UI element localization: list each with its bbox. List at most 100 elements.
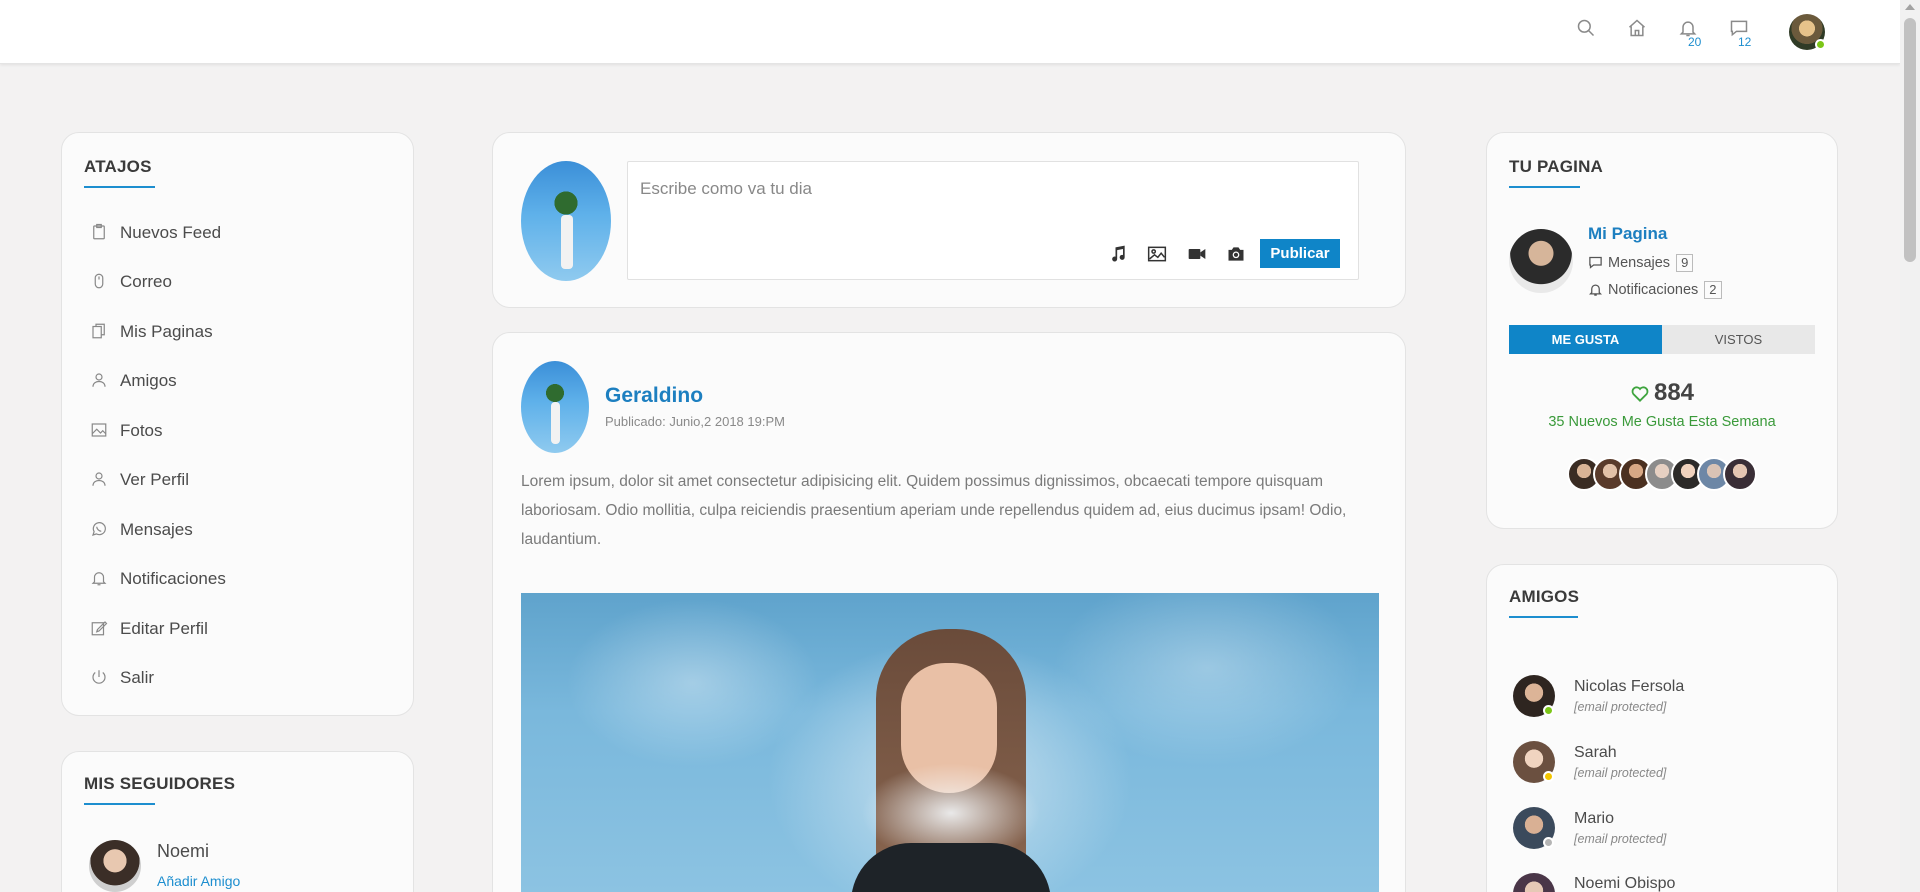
scroll-up-arrow[interactable] bbox=[1905, 4, 1915, 10]
nav-item-label: Fotos bbox=[120, 421, 163, 440]
online-status-dot bbox=[1815, 39, 1826, 50]
clipboard-icon bbox=[90, 223, 110, 243]
page-title: TU PAGINA bbox=[1509, 157, 1604, 176]
nav-item-ver-perfil[interactable]: Ver Perfil bbox=[90, 470, 189, 490]
nav-item-label: Mis Paginas bbox=[120, 322, 213, 341]
avatar[interactable] bbox=[521, 161, 611, 281]
nav-item-label: Ver Perfil bbox=[120, 470, 189, 489]
nav-item-mis-paginas[interactable]: Mis Paginas bbox=[90, 322, 213, 342]
page-notifications-label: Notificaciones bbox=[1608, 282, 1699, 298]
messages-button[interactable]: 12 bbox=[1729, 18, 1753, 49]
nav-item-notificaciones[interactable]: Notificaciones bbox=[90, 569, 226, 589]
top-navbar: 20 12 bbox=[0, 0, 1900, 64]
status-dot bbox=[1543, 837, 1554, 848]
avatar[interactable] bbox=[1723, 457, 1757, 491]
publish-button[interactable]: Publicar bbox=[1260, 239, 1340, 268]
likes-total: 884 bbox=[1487, 379, 1837, 407]
nav-item-label: Salir bbox=[120, 668, 155, 687]
bell-icon bbox=[90, 569, 110, 589]
nav-item-label: Notificaciones bbox=[120, 569, 226, 588]
post-placeholder: Escribe como va tu dia bbox=[640, 179, 812, 198]
avatar[interactable] bbox=[521, 361, 589, 453]
avatar[interactable] bbox=[1513, 873, 1555, 892]
page-messages-label: Mensajes bbox=[1608, 255, 1671, 271]
edit-icon bbox=[90, 619, 110, 639]
nav-item-label: Correo bbox=[120, 272, 172, 291]
tab-vistos[interactable]: VISTOS bbox=[1662, 325, 1815, 354]
bell-icon bbox=[1588, 282, 1604, 298]
nav-item-editar-perfil[interactable]: Editar Perfil bbox=[90, 619, 208, 639]
title-underline bbox=[1509, 616, 1578, 618]
avatar[interactable] bbox=[89, 840, 141, 892]
your-page-card: TU PAGINA Mi Pagina Mensajes 9 Notificac… bbox=[1486, 132, 1838, 529]
friend-name[interactable]: Mario bbox=[1574, 810, 1614, 828]
friends-header: AMIGOS bbox=[1509, 587, 1579, 618]
nav-item-label: Mensajes bbox=[120, 520, 193, 539]
page-name[interactable]: Mi Pagina bbox=[1588, 224, 1667, 244]
page-messages-count: 9 bbox=[1676, 254, 1694, 272]
heart-icon bbox=[1630, 383, 1650, 403]
friend-name[interactable]: Nicolas Fersola bbox=[1574, 678, 1684, 696]
camera-icon[interactable] bbox=[1226, 244, 1246, 264]
nav-item-mensajes[interactable]: Mensajes bbox=[90, 520, 193, 540]
avatar[interactable] bbox=[1513, 675, 1555, 717]
whatsapp-icon bbox=[90, 520, 110, 540]
post-card: Geraldino Publicado: Junio,2 2018 19:PM … bbox=[492, 332, 1406, 892]
add-friend-link[interactable]: Añadir Amigo bbox=[157, 873, 240, 889]
power-icon bbox=[90, 668, 110, 688]
shortcuts-card: ATAJOS Nuevos Feed Correo Mis Paginas Am… bbox=[61, 132, 414, 716]
notifications-count: 20 bbox=[1688, 35, 1702, 49]
scrollbar-thumb[interactable] bbox=[1904, 18, 1916, 262]
post-date: Publicado: Junio,2 2018 19:PM bbox=[605, 414, 785, 429]
video-icon[interactable] bbox=[1187, 244, 1207, 264]
nav-item-salir[interactable]: Salir bbox=[90, 668, 154, 688]
messages-count: 12 bbox=[1738, 35, 1752, 49]
likes-number: 884 bbox=[1653, 379, 1695, 406]
home-icon[interactable] bbox=[1627, 18, 1651, 42]
avatar[interactable] bbox=[1509, 229, 1573, 293]
mouse-icon bbox=[90, 272, 110, 292]
user-avatar[interactable] bbox=[1789, 14, 1826, 50]
tab-me-gusta[interactable]: ME GUSTA bbox=[1509, 325, 1662, 354]
pages-icon bbox=[90, 322, 110, 342]
friends-card: AMIGOS Nicolas Fersola [email protected]… bbox=[1486, 564, 1838, 892]
page-notifications-count: 2 bbox=[1704, 281, 1722, 299]
post-textarea[interactable]: Escribe como va tu dia Publicar bbox=[627, 161, 1359, 280]
avatar[interactable] bbox=[1513, 741, 1555, 783]
friend-name[interactable]: Sarah bbox=[1574, 744, 1617, 762]
status-dot bbox=[1543, 771, 1554, 782]
post-author[interactable]: Geraldino bbox=[605, 384, 703, 408]
nav-item-nuevos-feed[interactable]: Nuevos Feed bbox=[90, 223, 221, 243]
followers-card: MIS SEGUIDORES Noemi Añadir Amigo bbox=[61, 751, 414, 892]
notifications-button[interactable]: 20 bbox=[1678, 18, 1702, 49]
friend-email[interactable]: [email protected] bbox=[1574, 832, 1666, 846]
status-dot bbox=[1543, 705, 1554, 716]
nav-item-amigos[interactable]: Amigos bbox=[90, 371, 177, 391]
page-scrollbar[interactable] bbox=[1900, 0, 1920, 892]
post-text: Lorem ipsum, dolor sit amet consectetur … bbox=[521, 473, 1347, 548]
likes-weekly: 35 Nuevos Me Gusta Esta Semana bbox=[1548, 414, 1776, 430]
shortcuts-title: ATAJOS bbox=[84, 157, 152, 176]
page-notifications[interactable]: Notificaciones 2 bbox=[1588, 281, 1722, 299]
title-underline bbox=[84, 186, 155, 188]
page-messages[interactable]: Mensajes 9 bbox=[1588, 254, 1694, 272]
friend-email[interactable]: [email protected] bbox=[1574, 700, 1666, 714]
chat-icon bbox=[1588, 255, 1604, 271]
followers-title: MIS SEGUIDORES bbox=[84, 774, 236, 793]
nav-item-correo[interactable]: Correo bbox=[90, 272, 172, 292]
follower-name[interactable]: Noemi bbox=[157, 841, 209, 862]
avatar[interactable] bbox=[1513, 807, 1555, 849]
search-icon[interactable] bbox=[1576, 18, 1600, 42]
user-icon bbox=[90, 470, 110, 490]
post-image[interactable] bbox=[521, 593, 1379, 892]
friend-email[interactable]: [email protected] bbox=[1574, 766, 1666, 780]
image-icon[interactable] bbox=[1147, 244, 1167, 264]
friend-name[interactable]: Noemi Obispo bbox=[1574, 875, 1675, 892]
music-icon[interactable] bbox=[1108, 244, 1128, 264]
image-icon bbox=[90, 421, 110, 441]
nav-item-label: Nuevos Feed bbox=[120, 223, 222, 242]
user-icon bbox=[90, 371, 110, 391]
nav-item-fotos[interactable]: Fotos bbox=[90, 421, 163, 441]
page-header: TU PAGINA bbox=[1509, 157, 1603, 188]
shortcuts-header: ATAJOS bbox=[84, 157, 155, 188]
